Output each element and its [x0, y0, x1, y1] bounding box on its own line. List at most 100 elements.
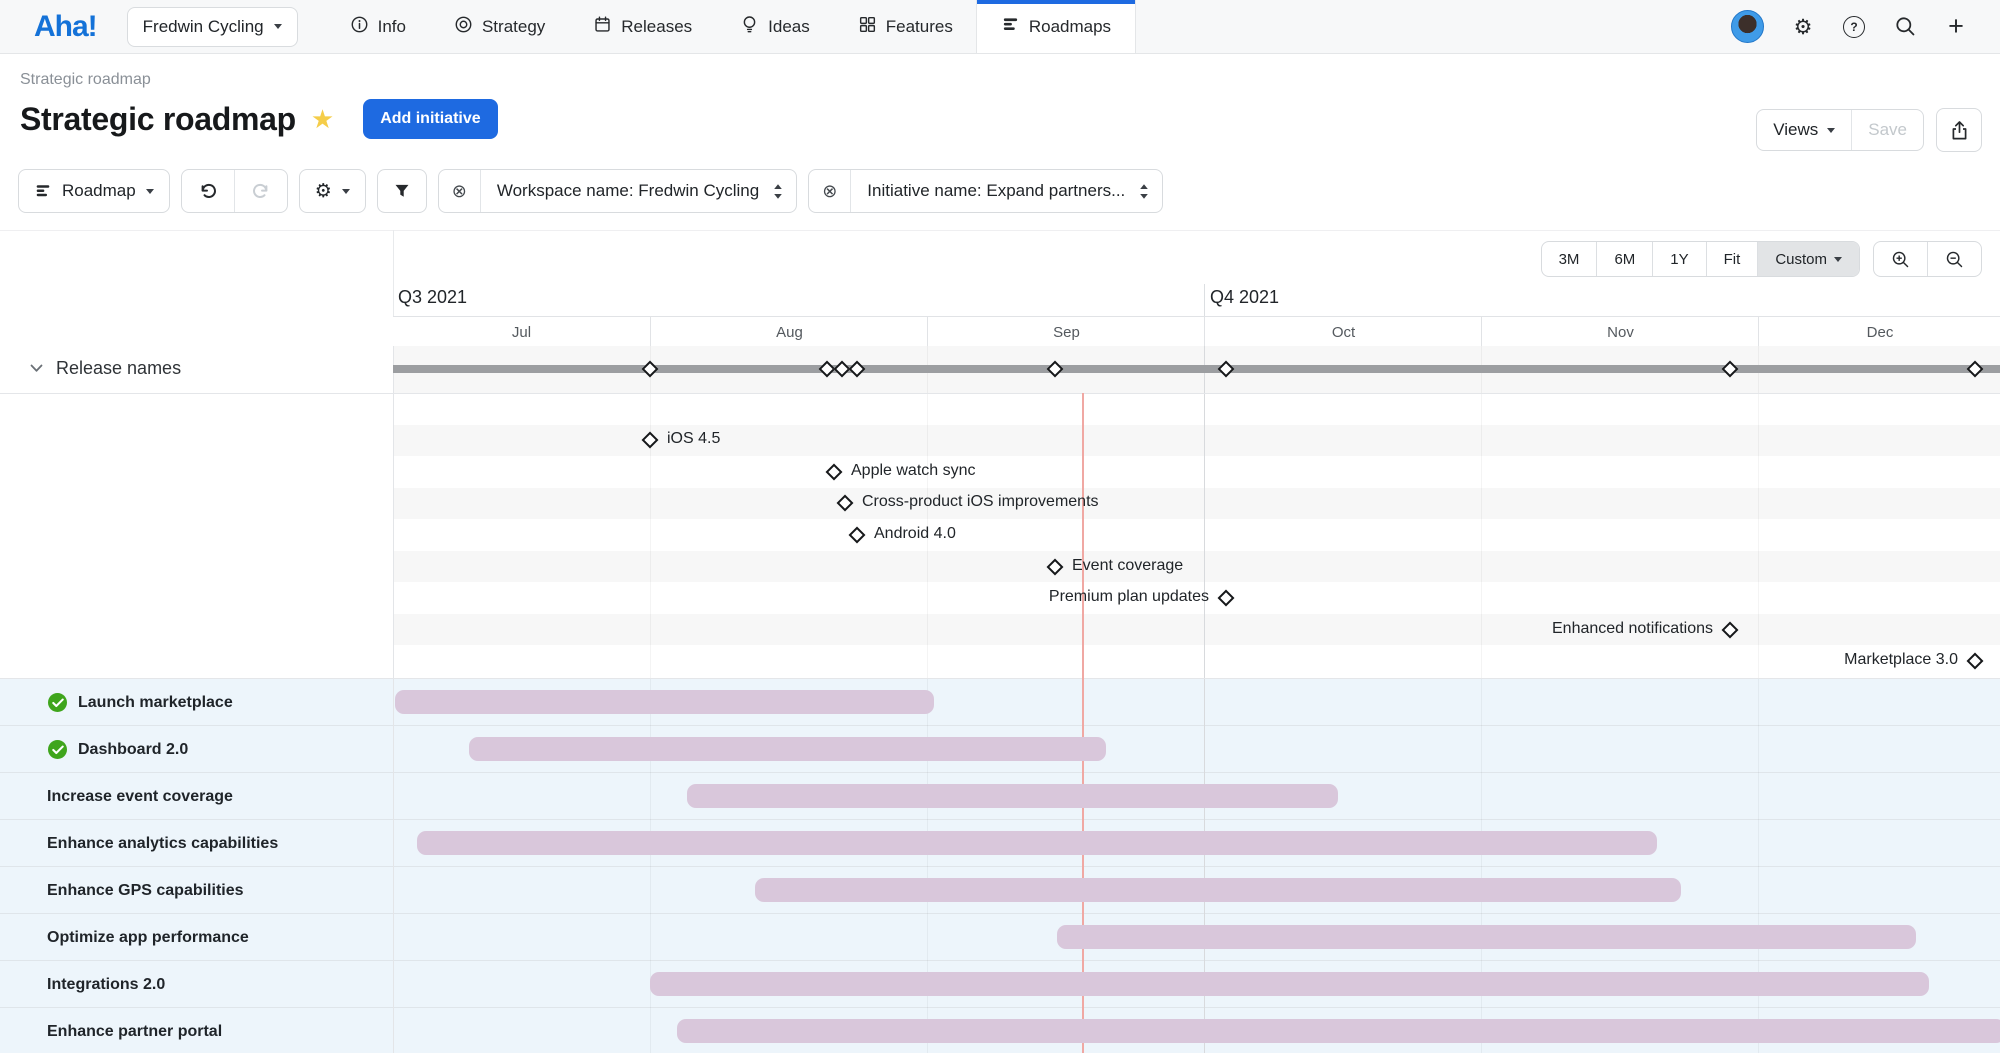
month-cell: Jul	[393, 317, 650, 347]
month-label: Aug	[776, 324, 803, 341]
month-cell: Dec	[1758, 317, 2000, 347]
initiative-row-header[interactable]: Enhance GPS capabilities	[47, 867, 244, 914]
nav-tab-label: Ideas	[768, 17, 810, 37]
milestone-label: iOS 4.5	[667, 430, 720, 448]
filter-button[interactable]	[377, 169, 427, 213]
initiative-bar[interactable]	[650, 972, 1929, 996]
filter-chip-0[interactable]: ⊗Workspace name: Fredwin Cycling	[438, 169, 797, 213]
filter-chip-label: Workspace name: Fredwin Cycling	[481, 181, 771, 201]
initiative-bar[interactable]	[677, 1019, 2000, 1043]
nav-tab-features[interactable]: Features	[834, 0, 977, 53]
month-cell: Nov	[1481, 317, 1759, 347]
initiative-bar[interactable]	[417, 831, 1657, 855]
stepper-icon[interactable]	[771, 183, 796, 200]
save-button[interactable]: Save	[1851, 110, 1923, 150]
initiative-row-header[interactable]: Increase event coverage	[47, 773, 233, 820]
views-save-group: Views Save	[1756, 109, 1924, 151]
zoom-buttons	[1873, 241, 1982, 277]
help-icon[interactable]: ?	[1842, 15, 1866, 39]
zoom-option-6m[interactable]: 6M	[1596, 242, 1652, 276]
caret-down-icon	[274, 24, 282, 29]
releases-icon	[593, 15, 612, 39]
remove-filter-icon[interactable]: ⊗	[809, 170, 851, 212]
panel-border	[393, 346, 394, 1053]
zoom-option-custom[interactable]: Custom	[1757, 242, 1859, 276]
zoom-option-label: Custom	[1775, 251, 1827, 268]
zoom-option-1y[interactable]: 1Y	[1652, 242, 1705, 276]
nav-tab-ideas[interactable]: Ideas	[716, 0, 834, 53]
nav-tab-label: Releases	[621, 17, 692, 37]
initiative-row-header[interactable]: Launch marketplace	[48, 679, 233, 726]
initiative-bar[interactable]	[1057, 925, 1916, 949]
share-export-button[interactable]	[1936, 108, 1982, 152]
caret-down-icon	[342, 189, 350, 194]
title-row: Strategic roadmap ★ Add initiative	[20, 99, 498, 139]
initiative-row-header[interactable]: Integrations 2.0	[47, 961, 165, 1008]
initiative-bar[interactable]	[755, 878, 1681, 902]
zoom-in-button[interactable]	[1874, 242, 1927, 276]
nav-tab-strategy[interactable]: Strategy	[430, 0, 569, 53]
favorite-star-icon[interactable]: ★	[311, 106, 334, 132]
zoom-option-fit[interactable]: Fit	[1706, 242, 1758, 276]
view-type-selector[interactable]: Roadmap	[18, 169, 170, 213]
initiative-row-header[interactable]: Enhance analytics capabilities	[47, 820, 278, 867]
roadmap-toolbar: Roadmap ⚙	[18, 169, 1163, 213]
user-avatar[interactable]	[1731, 10, 1764, 43]
initiative-row-header[interactable]: Optimize app performance	[47, 914, 249, 961]
release-names-row-header[interactable]: Release names	[30, 358, 181, 379]
remove-filter-icon[interactable]: ⊗	[439, 170, 481, 212]
initiative-bar[interactable]	[687, 784, 1338, 808]
initiative-label: Enhance partner portal	[47, 1023, 222, 1041]
nav-tab-label: Features	[886, 17, 953, 37]
info-icon	[350, 15, 369, 39]
view-type-label: Roadmap	[62, 181, 136, 201]
initiative-label: Increase event coverage	[47, 788, 233, 806]
milestone-label: Marketplace 3.0	[1844, 651, 1958, 669]
search-icon[interactable]	[1893, 15, 1917, 39]
undo-button[interactable]	[182, 170, 234, 212]
redo-icon	[251, 181, 271, 201]
add-initiative-button[interactable]: Add initiative	[363, 99, 497, 139]
initiative-label: Integrations 2.0	[47, 976, 165, 994]
initiative-row-header[interactable]: Dashboard 2.0	[48, 726, 188, 773]
milestone-label: Cross-product iOS improvements	[862, 493, 1099, 511]
initiative-label: Launch marketplace	[78, 694, 233, 712]
milestone-label: Enhanced notifications	[1552, 620, 1713, 638]
milestone-label: Event coverage	[1072, 557, 1183, 575]
settings-gear-icon[interactable]: ⚙	[1791, 15, 1815, 39]
views-button[interactable]: Views	[1757, 110, 1851, 150]
initiative-label: Dashboard 2.0	[78, 741, 188, 759]
months-header: JulAugSepOctNovDec	[393, 316, 2000, 348]
status-done-icon	[48, 740, 67, 759]
zoom-option-3m[interactable]: 3M	[1542, 242, 1597, 276]
initiative-bar[interactable]	[395, 690, 934, 714]
release-timeline-bar	[393, 365, 2000, 373]
workspace-selector[interactable]: Fredwin Cycling	[127, 7, 298, 47]
nav-tabs: InfoStrategy Releases Ideas Features Roadmap…	[326, 0, 1135, 53]
zoom-option-label: 1Y	[1670, 251, 1688, 268]
zoom-option-label: 3M	[1559, 251, 1580, 268]
page: Strategic roadmap Strategic roadmap ★ Ad…	[0, 54, 2000, 1053]
chart-settings-button[interactable]: ⚙	[299, 169, 366, 213]
add-plus-icon[interactable]: +	[1944, 15, 1968, 39]
month-label: Dec	[1867, 324, 1894, 341]
month-label: Sep	[1053, 324, 1080, 341]
initiative-row-header[interactable]: Enhance partner portal	[47, 1008, 222, 1053]
milestone-label: Android 4.0	[874, 525, 956, 543]
nav-tab-info[interactable]: Info	[326, 0, 430, 53]
filter-chip-1[interactable]: ⊗Initiative name: Expand partners...	[808, 169, 1163, 213]
month-label: Jul	[512, 324, 531, 341]
aha-logo[interactable]: Aha!	[34, 10, 97, 44]
stepper-icon[interactable]	[1137, 183, 1162, 200]
initiative-section-divider	[0, 678, 2000, 679]
month-cell: Sep	[927, 317, 1205, 347]
nav-tab-releases[interactable]: Releases	[569, 0, 716, 53]
zoom-out-button[interactable]	[1927, 242, 1981, 276]
initiative-row[interactable]	[0, 679, 2000, 726]
initiative-bar[interactable]	[469, 737, 1106, 761]
nav-tab-label: Roadmaps	[1029, 17, 1111, 37]
filter-funnel-icon	[393, 182, 411, 200]
redo-button[interactable]	[234, 170, 287, 212]
header-actions: Views Save	[1756, 108, 1982, 152]
nav-tab-roadmaps[interactable]: Roadmaps	[977, 0, 1135, 53]
